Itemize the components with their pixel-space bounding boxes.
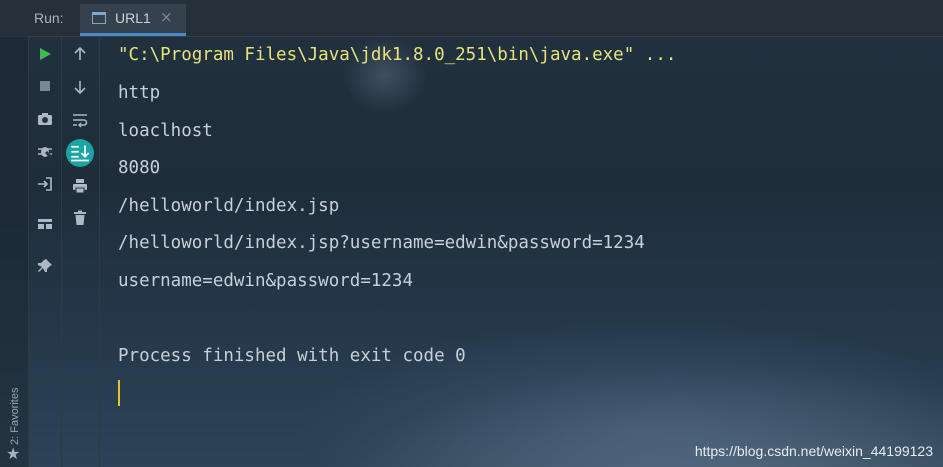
scroll-to-end-icon[interactable] [66, 139, 94, 167]
camera-icon[interactable] [33, 107, 57, 131]
run-toolbar [29, 36, 62, 467]
layout-icon[interactable] [33, 212, 57, 236]
console-line: loaclhost [118, 121, 213, 141]
pin-icon[interactable] [33, 254, 57, 278]
run-tool-window-header: Run: URL1 × [0, 0, 943, 37]
run-label: Run: [34, 10, 64, 26]
tab-label: URL1 [115, 10, 151, 26]
arrow-up-icon[interactable] [68, 42, 92, 66]
star-icon[interactable]: ★ [6, 444, 20, 463]
run-tool-window: Run: URL1 × 2: Favorites ★ "C:\Program F… [0, 0, 943, 467]
print-icon[interactable] [68, 174, 92, 198]
command-line: "C:\Program Files\Java\jdk1.8.0_251\bin\… [118, 45, 677, 65]
process-finished-line: Process finished with exit code 0 [118, 346, 466, 366]
console-line: username=edwin&password=1234 [118, 271, 414, 291]
favorites-tab[interactable]: 2: Favorites [9, 388, 21, 445]
login-icon[interactable] [33, 172, 57, 196]
console-toolbar [62, 36, 100, 467]
console-line: /helloworld/index.jsp [118, 196, 340, 216]
console-line: http [118, 83, 161, 103]
console-window-icon [92, 12, 106, 24]
console-output[interactable]: "C:\Program Files\Java\jdk1.8.0_251\bin\… [100, 36, 943, 467]
tab-url1[interactable]: URL1 × [80, 4, 186, 36]
run-icon[interactable] [33, 42, 57, 66]
stop-icon[interactable] [33, 74, 57, 98]
debug-bug-icon[interactable] [33, 139, 57, 163]
soft-wrap-icon[interactable] [68, 108, 92, 132]
text-caret [118, 380, 120, 406]
trash-icon[interactable] [68, 206, 92, 230]
close-icon[interactable]: × [160, 8, 173, 26]
console-line: 8080 [118, 158, 161, 178]
watermark: https://blog.csdn.net/weixin_44199123 [694, 443, 933, 459]
console-line: /helloworld/index.jsp?username=edwin&pas… [118, 233, 645, 253]
arrow-down-icon[interactable] [68, 75, 92, 99]
